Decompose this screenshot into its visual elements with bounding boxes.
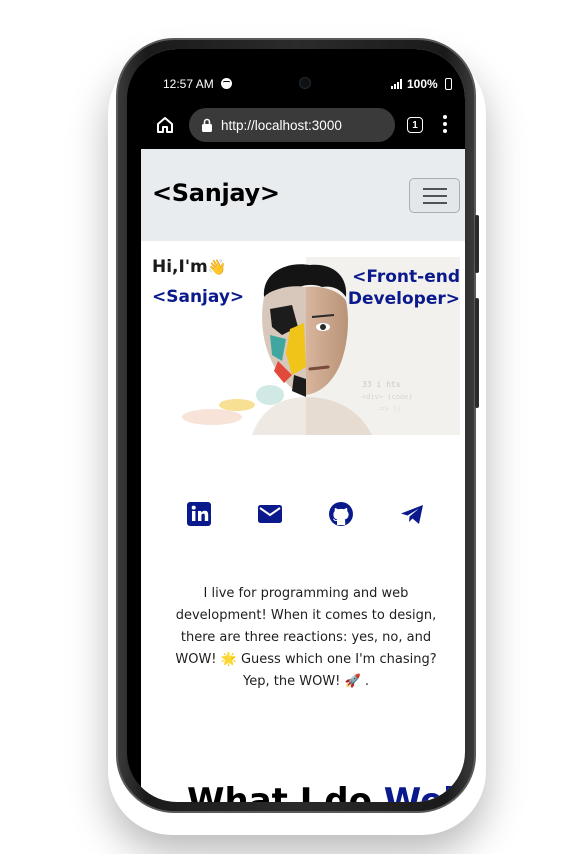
more-vert-icon[interactable]: [443, 115, 447, 135]
phone-frame: 12:57 AM 100% http://localhost:3000 1 <S…: [116, 38, 479, 813]
about-text: I live for programming and web developme…: [175, 586, 437, 689]
lock-icon: [202, 118, 212, 132]
linkedin-icon[interactable]: [184, 499, 214, 529]
spotify-icon: [221, 78, 232, 89]
browser-toolbar: http://localhost:3000 1: [141, 105, 465, 151]
tabs-icon[interactable]: 1: [407, 117, 423, 133]
mail-icon[interactable]: [255, 499, 285, 529]
site-navbar: <Sanjay>: [141, 149, 465, 241]
social-links: [141, 499, 465, 539]
battery-icon: [445, 78, 452, 90]
next-section-heading: What I do Web: [187, 781, 465, 802]
url-text: http://localhost:3000: [221, 117, 342, 133]
greeting-text: Hi,I'm: [152, 257, 208, 277]
address-bar[interactable]: http://localhost:3000: [189, 108, 395, 142]
status-bar: 12:57 AM 100%: [141, 49, 465, 109]
svg-text:=> (): => (): [380, 405, 401, 413]
heading-start: What I do: [187, 781, 372, 802]
svg-text:33 i hts: 33 i hts: [362, 380, 401, 389]
telegram-icon[interactable]: [397, 499, 427, 529]
hero-section: 33 i hts <div> {code} => () Hi,I'm👋 <San…: [152, 257, 460, 435]
brand-logo[interactable]: <Sanjay>: [152, 179, 280, 207]
wave-icon: 👋: [207, 258, 227, 276]
battery-level: 100%: [407, 77, 438, 91]
heading-accent: Web: [371, 781, 465, 802]
power-button: [475, 298, 479, 408]
hero-role: <Front-end Developer>: [347, 267, 460, 309]
status-time: 12:57 AM: [163, 77, 214, 91]
home-icon[interactable]: [155, 115, 175, 135]
phone-bezel: 12:57 AM 100% http://localhost:3000 1 <S…: [127, 49, 465, 802]
front-camera: [299, 77, 311, 89]
github-icon[interactable]: [326, 499, 356, 529]
hamburger-icon[interactable]: [409, 178, 460, 213]
phone-screen: 12:57 AM 100% http://localhost:3000 1 <S…: [141, 49, 465, 802]
svg-text:<div> {code}: <div> {code}: [362, 393, 413, 401]
signal-icon: [391, 79, 403, 89]
volume-button: [475, 215, 479, 273]
hero-greeting: Hi,I'm👋: [152, 257, 226, 277]
hero-name: <Sanjay>: [152, 287, 245, 307]
